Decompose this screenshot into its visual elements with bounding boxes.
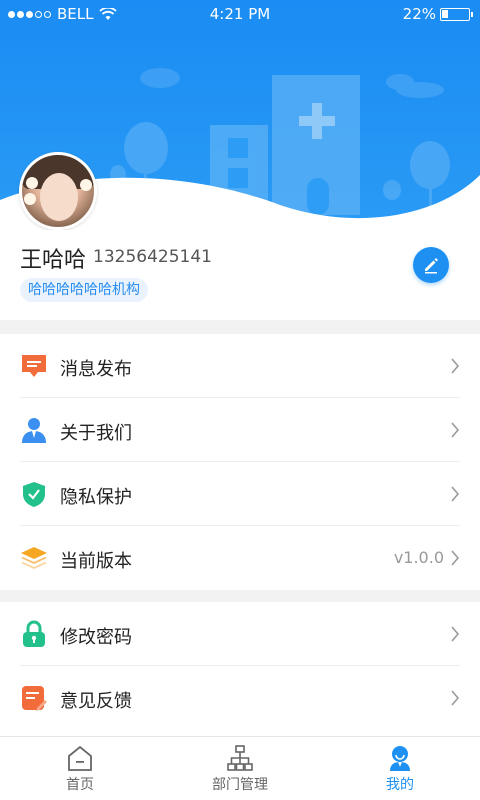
menu-item-message-publish[interactable]: 消息发布 xyxy=(0,334,480,398)
tab-label: 首页 xyxy=(66,777,94,793)
menu-label: 隐私保护 xyxy=(60,487,132,508)
user-icon xyxy=(386,744,414,772)
menu-label: 意见反馈 xyxy=(60,691,132,712)
status-bar: BELL 4:21 PM 22% xyxy=(0,0,480,28)
chevron-right-icon xyxy=(451,422,460,438)
chevron-right-icon xyxy=(451,358,460,374)
user-name: 王哈哈 xyxy=(20,248,87,273)
battery-icon xyxy=(440,7,473,21)
chevron-right-icon xyxy=(451,486,460,502)
avatar[interactable] xyxy=(19,152,97,230)
chevron-right-icon xyxy=(451,550,460,566)
home-icon xyxy=(66,744,94,772)
menu-group-general: 消息发布 关于我们 隐私保护 当前版本 v1.0.0 xyxy=(0,334,480,590)
menu-label: 当前版本 xyxy=(60,551,132,572)
bottom-tab-bar: 首页 部门管理 我的 xyxy=(0,736,480,800)
menu-label: 消息发布 xyxy=(60,359,132,380)
tab-label: 部门管理 xyxy=(212,777,268,793)
menu-label: 修改密码 xyxy=(60,627,132,648)
section-separator xyxy=(0,320,480,334)
layers-icon xyxy=(20,544,48,572)
menu-item-about-us[interactable]: 关于我们 xyxy=(0,398,480,462)
edit-profile-button[interactable] xyxy=(413,247,449,283)
tab-mine[interactable]: 我的 xyxy=(340,737,460,800)
chevron-right-icon xyxy=(451,690,460,706)
menu-item-current-version[interactable]: 当前版本 v1.0.0 xyxy=(0,526,480,590)
tab-label: 我的 xyxy=(386,777,414,793)
chevron-right-icon xyxy=(451,626,460,642)
lock-icon xyxy=(20,620,48,648)
menu-label: 关于我们 xyxy=(60,423,132,444)
section-separator xyxy=(0,590,480,602)
menu-group-account: 修改密码 意见反馈 xyxy=(0,602,480,730)
tab-home[interactable]: 首页 xyxy=(20,737,140,800)
profile-info: 王哈哈 13256425141 哈哈哈哈哈哈机构 xyxy=(0,230,480,320)
menu-item-privacy[interactable]: 隐私保护 xyxy=(0,462,480,526)
shield-check-icon xyxy=(20,480,48,508)
organization-badge: 哈哈哈哈哈哈机构 xyxy=(20,278,148,302)
menu-item-change-password[interactable]: 修改密码 xyxy=(0,602,480,666)
user-phone: 13256425141 xyxy=(93,247,212,267)
pencil-icon xyxy=(425,258,438,274)
menu-item-feedback[interactable]: 意见反馈 xyxy=(0,666,480,730)
battery-percent: 22% xyxy=(402,5,436,23)
tab-department-management[interactable]: 部门管理 xyxy=(180,737,300,800)
version-value: v1.0.0 xyxy=(393,548,444,567)
org-chart-icon xyxy=(226,744,254,772)
person-icon xyxy=(20,416,48,444)
profile-header-banner: BELL 4:21 PM 22% xyxy=(0,0,480,230)
message-icon xyxy=(20,352,48,380)
feedback-icon xyxy=(20,684,48,712)
